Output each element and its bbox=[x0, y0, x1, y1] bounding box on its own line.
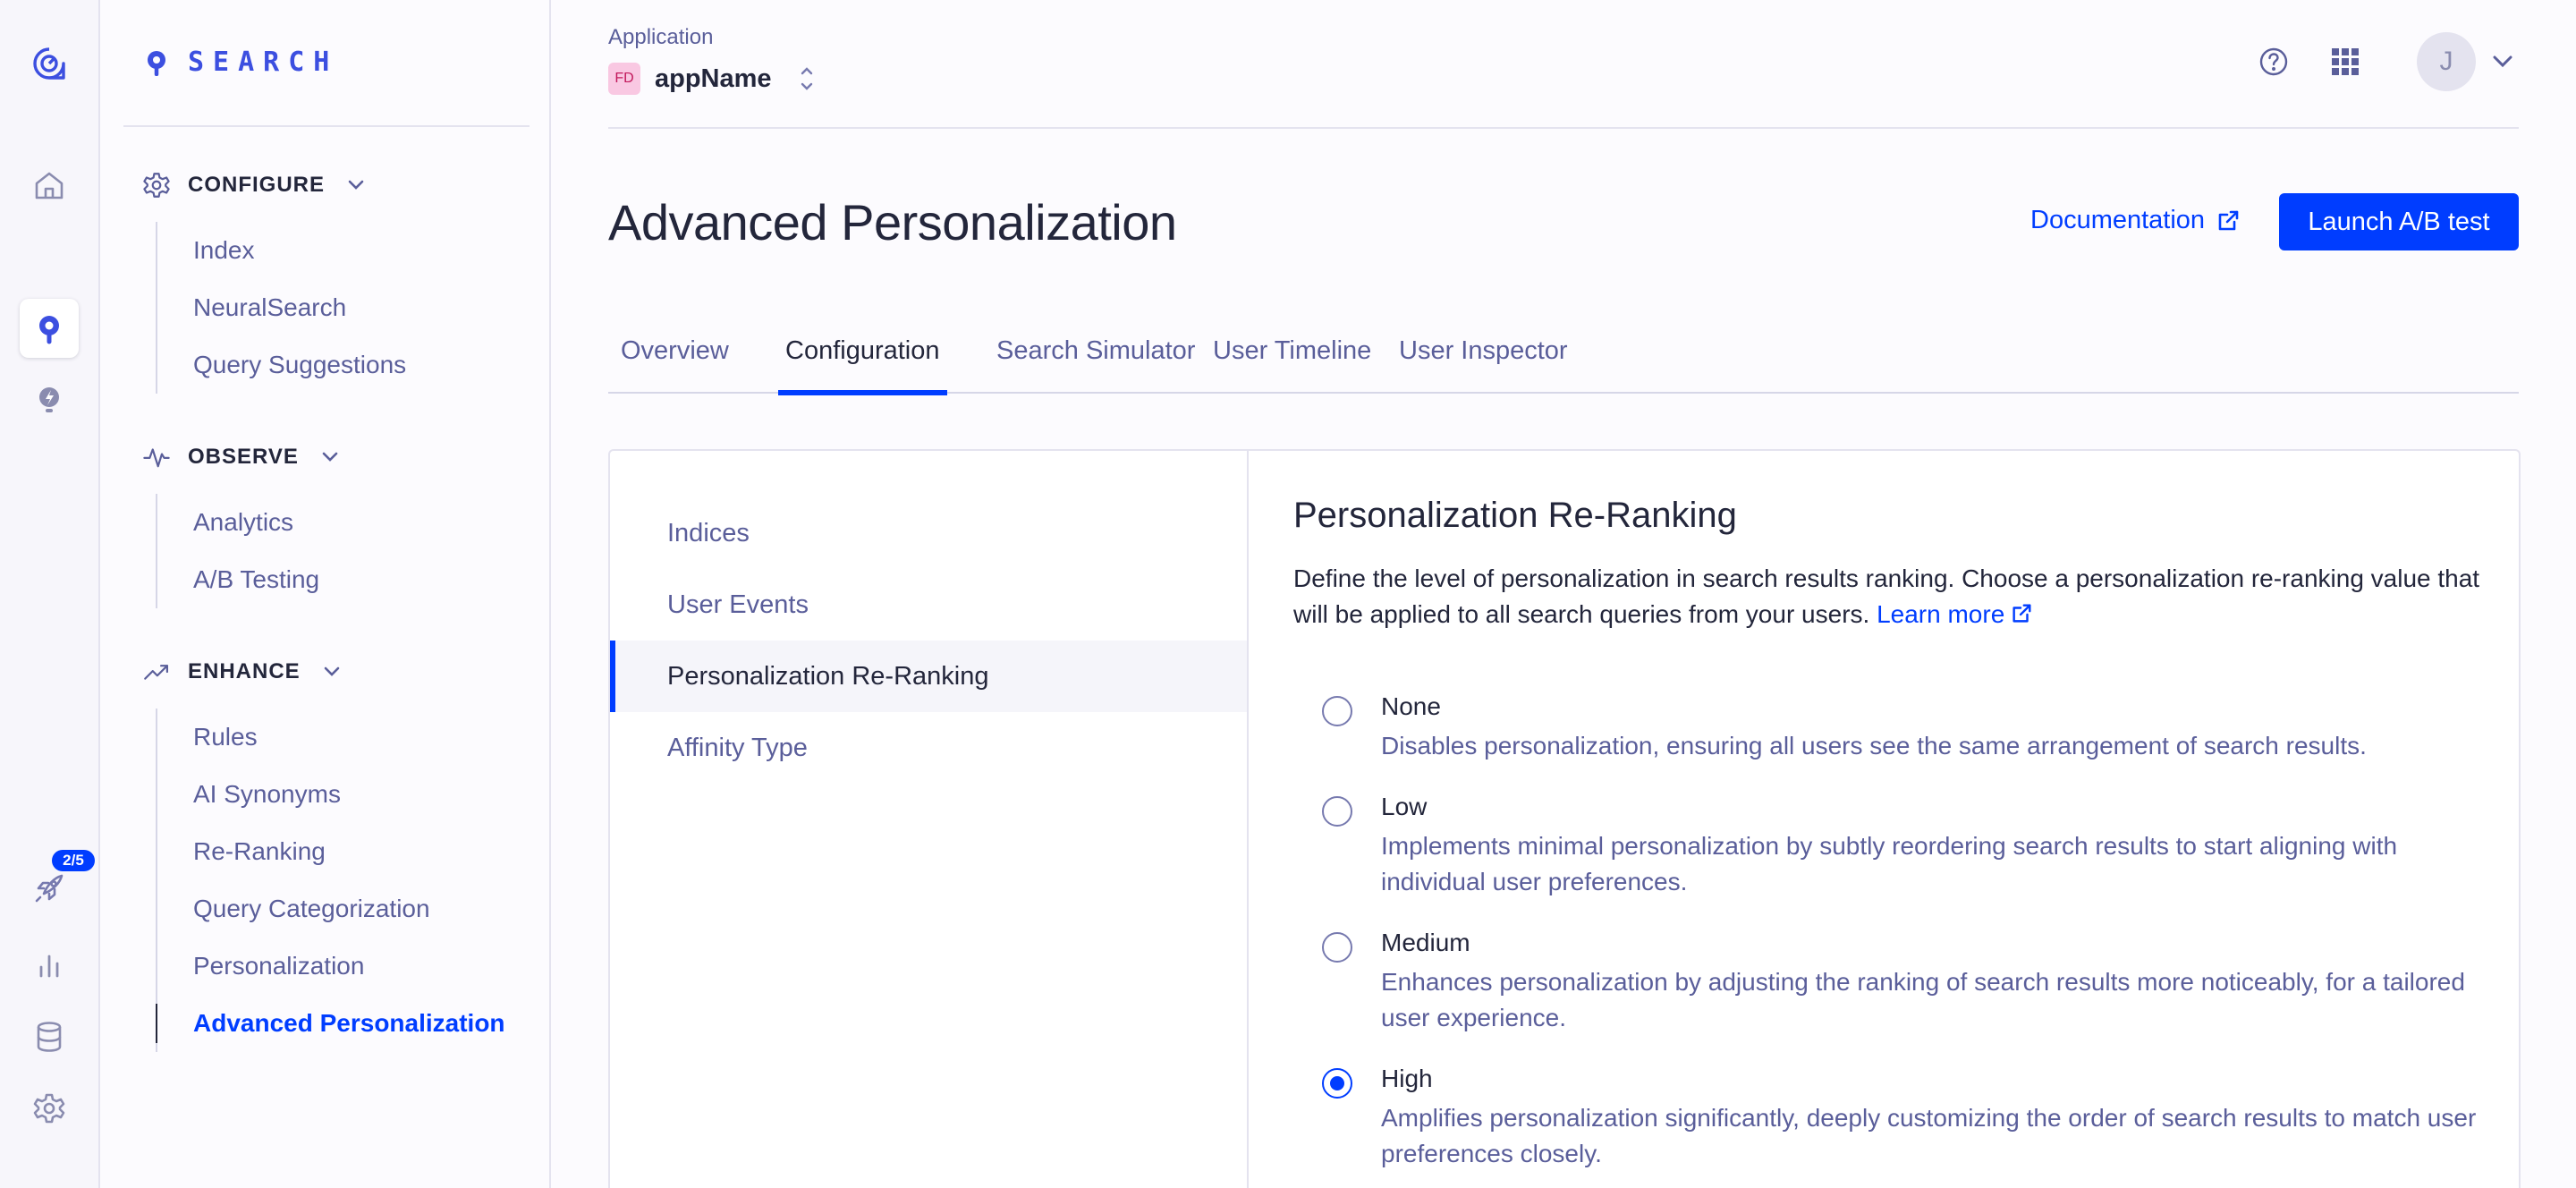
documentation-label: Documentation bbox=[2030, 206, 2206, 234]
nav-item-ai-synonyms[interactable]: AI Synonyms bbox=[157, 766, 505, 823]
grid-icon bbox=[2332, 48, 2359, 75]
external-link-icon bbox=[2012, 604, 2031, 623]
side-item-indices[interactable]: Indices bbox=[610, 497, 1247, 569]
side-item-user-events[interactable]: User Events bbox=[610, 569, 1247, 641]
option-description: Enhances personalization by adjusting th… bbox=[1381, 968, 2465, 1031]
database-icon[interactable] bbox=[20, 1007, 79, 1066]
page-title: Advanced Personalization bbox=[608, 194, 1177, 250]
re-ranking-section: Personalization Re-Ranking Define the le… bbox=[1293, 496, 2483, 1167]
application-badge: FD bbox=[608, 63, 640, 95]
trending-up-icon bbox=[144, 665, 169, 680]
apps-grid-button[interactable] bbox=[2326, 42, 2365, 81]
tab-search-simulator[interactable]: Search Simulator bbox=[989, 322, 1202, 394]
secondary-nav: SEARCH CONFIGURE Index NeuralSearch Quer… bbox=[100, 0, 551, 1188]
algolia-logo-icon[interactable] bbox=[20, 34, 79, 93]
nav-item-personalization[interactable]: Personalization bbox=[157, 938, 505, 995]
option-description: Disables personalization, ensuring all u… bbox=[1381, 732, 2367, 759]
section-title: Personalization Re-Ranking bbox=[1293, 496, 1737, 535]
brand-label: SEARCH bbox=[188, 47, 339, 78]
application-selector[interactable]: FD appName bbox=[608, 63, 818, 95]
learn-more-link[interactable]: Learn more bbox=[1877, 600, 2033, 628]
help-button[interactable] bbox=[2254, 42, 2293, 81]
tab-overview[interactable]: Overview bbox=[614, 322, 736, 394]
tab-bar: Overview Configuration Search Simulator … bbox=[608, 322, 2519, 395]
onboarding-progress-badge: 2/5 bbox=[52, 850, 95, 871]
tab-user-inspector[interactable]: User Inspector bbox=[1392, 322, 1575, 394]
option-title: Low bbox=[1381, 793, 1428, 820]
top-bar-actions: J bbox=[2254, 32, 2519, 91]
chevron-down-icon bbox=[322, 452, 338, 462]
nav-item-re-ranking[interactable]: Re-Ranking bbox=[157, 823, 505, 880]
chevron-down-icon bbox=[324, 666, 339, 676]
application-caption: Application bbox=[608, 25, 714, 49]
nav-divider bbox=[123, 125, 530, 127]
chevron-down-icon[interactable] bbox=[2487, 46, 2519, 78]
radio-low[interactable] bbox=[1322, 796, 1352, 827]
icon-rail: 2/5 bbox=[0, 0, 100, 1188]
option-title: High bbox=[1381, 1065, 1433, 1092]
nav-item-query-categorization[interactable]: Query Categorization bbox=[157, 880, 505, 938]
radio-medium[interactable] bbox=[1322, 932, 1352, 963]
nav-section-label: ENHANCE bbox=[188, 659, 301, 683]
documentation-link[interactable]: Documentation bbox=[2030, 206, 2241, 235]
app-root: 2/5 SEARCH CONFIGURE Index NeuralSearch … bbox=[0, 0, 2576, 1188]
search-product-logo-icon bbox=[148, 50, 165, 76]
option-title: Medium bbox=[1381, 929, 1470, 956]
learn-more-label: Learn more bbox=[1877, 600, 2005, 628]
activity-icon bbox=[143, 448, 170, 468]
option-description: Amplifies personalization significantly,… bbox=[1381, 1104, 2477, 1167]
nav-list-enhance: Rules AI Synonyms Re-Ranking Query Categ… bbox=[156, 709, 505, 1052]
configuration-panel: Indices User Events Personalization Re-R… bbox=[608, 449, 2521, 1188]
main-content: Application FD appName J Advanced Person… bbox=[551, 0, 2576, 1188]
home-icon[interactable] bbox=[20, 156, 79, 215]
launch-ab-test-button[interactable]: Launch A/B test bbox=[2279, 193, 2519, 250]
nav-item-rules[interactable]: Rules bbox=[157, 709, 505, 766]
tab-configuration[interactable]: Configuration bbox=[778, 322, 947, 395]
product-brand[interactable]: SEARCH bbox=[145, 47, 338, 78]
nav-section-label: OBSERVE bbox=[188, 445, 299, 469]
option-description: Implements minimal personalization by su… bbox=[1381, 832, 2398, 895]
section-description: Define the level of personalization in s… bbox=[1293, 561, 2483, 632]
configuration-side-menu: Indices User Events Personalization Re-R… bbox=[610, 451, 1249, 1188]
nav-section-observe[interactable]: OBSERVE bbox=[141, 442, 342, 472]
chevron-up-down-icon bbox=[801, 67, 812, 90]
nav-item-analytics[interactable]: Analytics bbox=[157, 494, 319, 551]
external-link-icon bbox=[2218, 210, 2239, 230]
tab-user-timeline[interactable]: User Timeline bbox=[1206, 322, 1378, 394]
settings-icon[interactable] bbox=[20, 1079, 79, 1138]
bar-chart-icon[interactable] bbox=[20, 936, 79, 995]
bulb-icon[interactable] bbox=[20, 370, 79, 429]
nav-section-label: CONFIGURE bbox=[188, 173, 325, 197]
avatar[interactable]: J bbox=[2417, 32, 2476, 91]
chevron-down-icon bbox=[348, 180, 364, 190]
nav-list-configure: Index NeuralSearch Query Suggestions bbox=[156, 222, 406, 394]
application-name: appName bbox=[655, 64, 772, 93]
search-product-icon[interactable] bbox=[20, 299, 79, 358]
nav-item-index[interactable]: Index bbox=[157, 222, 406, 279]
side-item-personalization-re-ranking[interactable]: Personalization Re-Ranking bbox=[610, 641, 1247, 712]
nav-item-ab-testing[interactable]: A/B Testing bbox=[157, 551, 319, 608]
help-circle-icon bbox=[2259, 47, 2288, 76]
nav-list-observe: Analytics A/B Testing bbox=[156, 494, 319, 608]
top-bar: Application FD appName J bbox=[608, 0, 2519, 129]
radio-high[interactable] bbox=[1322, 1068, 1352, 1099]
nav-item-neuralsearch[interactable]: NeuralSearch bbox=[157, 279, 406, 336]
nav-section-enhance[interactable]: ENHANCE bbox=[141, 657, 343, 687]
option-title: None bbox=[1381, 692, 1441, 720]
gear-icon bbox=[143, 173, 170, 198]
nav-section-configure[interactable]: CONFIGURE bbox=[141, 170, 368, 200]
radio-none[interactable] bbox=[1322, 696, 1352, 726]
nav-item-advanced-personalization[interactable]: Advanced Personalization bbox=[156, 995, 505, 1052]
nav-item-query-suggestions[interactable]: Query Suggestions bbox=[157, 336, 406, 394]
side-item-affinity-type[interactable]: Affinity Type bbox=[610, 712, 1247, 784]
